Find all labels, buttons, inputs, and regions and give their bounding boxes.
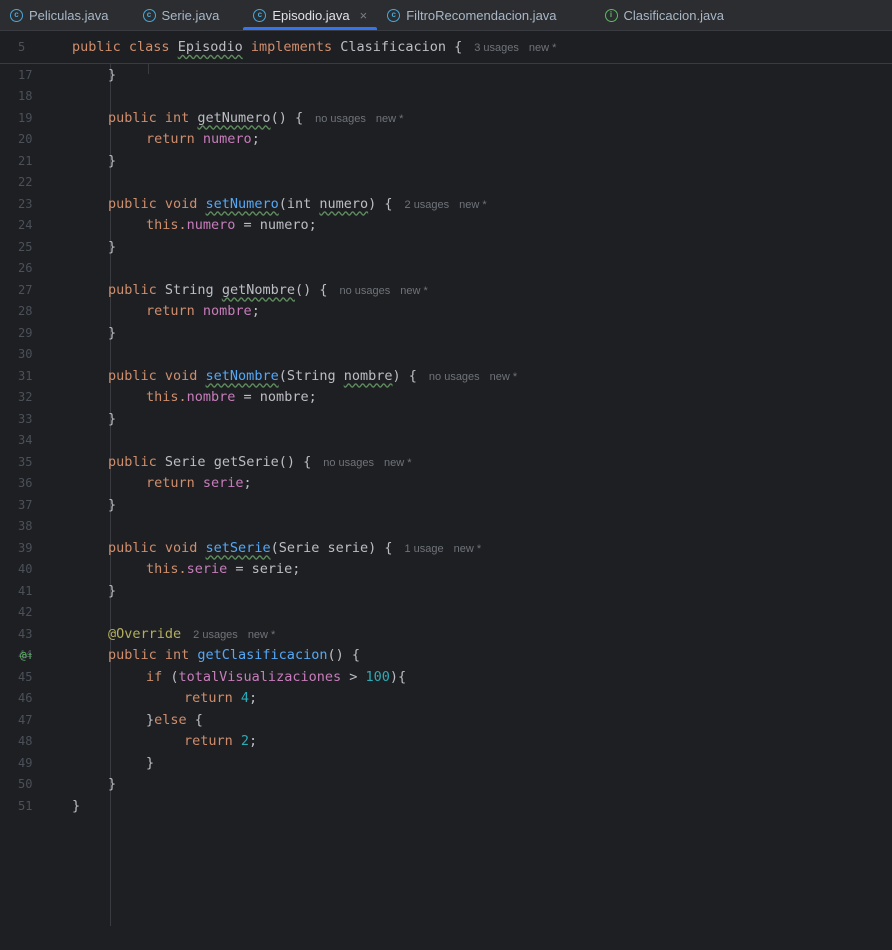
code-line[interactable]: 23 public void setNumero(int numero) {2 u…: [0, 193, 892, 215]
code-line[interactable]: 51}: [0, 795, 892, 817]
tab-serie[interactable]: c Serie.java: [133, 0, 230, 30]
inlay-hint: no usages new *: [339, 284, 428, 297]
code-line[interactable]: 17}: [0, 64, 892, 86]
sticky-class-header[interactable]: 5 public class Episodio implements Clasi…: [0, 31, 892, 64]
class-icon: c: [387, 8, 401, 22]
code-line[interactable]: 26: [0, 258, 892, 280]
code-line[interactable]: 32 this.nombre = nombre;: [0, 387, 892, 409]
code-line[interactable]: 19 public int getNumero() {no usages new *: [0, 107, 892, 129]
inlay-hint: 3 usages new *: [474, 42, 557, 54]
code-line[interactable]: 33}: [0, 408, 892, 430]
tab-label: Episodio.java: [272, 7, 350, 23]
class-icon: c: [142, 8, 156, 22]
code-line[interactable]: 47}else {: [0, 709, 892, 731]
interface-icon: i: [604, 8, 618, 22]
line-number: 5: [18, 40, 26, 54]
tab-label: Clasificacion.java: [623, 7, 724, 23]
inlay-hint: no usages new *: [323, 456, 412, 469]
inlay-hint: no usages new *: [428, 370, 518, 383]
code-line[interactable]: 27 public String getNombre() {no usages ne…: [0, 279, 892, 301]
code-line[interactable]: 34: [0, 430, 892, 452]
code-line[interactable]: 31 public void setNombre(String nombre) {…: [0, 365, 892, 387]
code-line[interactable]: 18: [0, 86, 892, 108]
code-line[interactable]: 39 public void setSerie(Serie serie) {1 u…: [0, 537, 892, 559]
tab-label: FiltroRecomendacion.java: [406, 7, 557, 23]
code-line[interactable]: 44 @↑ public int getClasificacion() {: [0, 645, 892, 667]
tab-label: Peliculas.java: [29, 7, 109, 23]
code-line[interactable]: 24 this.numero = numero;: [0, 215, 892, 237]
code-editor[interactable]: 17} 18 19 public int getNumero() {no usag…: [0, 64, 892, 950]
code-line[interactable]: 21}: [0, 150, 892, 172]
code-line[interactable]: 41}: [0, 580, 892, 602]
tab-episodio[interactable]: c Episodio.java ×: [243, 0, 378, 30]
code-line[interactable]: 46 return 4;: [0, 688, 892, 710]
code-line[interactable]: 35 public Serie getSerie() {no usages new …: [0, 451, 892, 473]
tab-clasificacion[interactable]: i Clasificacion.java: [595, 0, 734, 30]
code-line[interactable]: 42: [0, 602, 892, 624]
code-line[interactable]: 20 return numero;: [0, 129, 892, 151]
close-icon[interactable]: ×: [360, 8, 368, 23]
tab-label: Serie.java: [161, 7, 220, 23]
code-line[interactable]: 28 return nombre;: [0, 301, 892, 323]
tab-peliculas[interactable]: c Peliculas.java: [0, 0, 119, 30]
code-line[interactable]: 50}: [0, 774, 892, 796]
inlay-hint: no usages new *: [315, 112, 404, 125]
inlay-hint: 1 usage new *: [404, 542, 482, 555]
code-line[interactable]: 30: [0, 344, 892, 366]
code-line[interactable]: 48 return 2;: [0, 731, 892, 753]
code-line[interactable]: 38: [0, 516, 892, 538]
editor-tab-bar: c Peliculas.java c Serie.java c Episodio…: [0, 0, 892, 31]
inlay-hint: 2 usages new *: [404, 198, 487, 211]
code-line[interactable]: 25}: [0, 236, 892, 258]
code-line[interactable]: 37}: [0, 494, 892, 516]
inlay-hint: 2 usages new *: [193, 628, 276, 641]
code-line[interactable]: 29}: [0, 322, 892, 344]
code-line[interactable]: 43 @Override 2 usages new *: [0, 623, 892, 645]
code-line[interactable]: 49}: [0, 752, 892, 774]
tab-filtro-recomendacion[interactable]: c FiltroRecomendacion.java: [377, 0, 566, 30]
code-line[interactable]: 22: [0, 172, 892, 194]
class-icon: c: [253, 8, 267, 22]
code-text: public class Episodio implements Clasifi…: [72, 39, 557, 55]
override-gutter-icon[interactable]: @↑: [20, 649, 72, 662]
code-line[interactable]: 36 return serie;: [0, 473, 892, 495]
class-icon: c: [10, 8, 23, 22]
code-line[interactable]: 40 this.serie = serie;: [0, 559, 892, 581]
code-line[interactable]: 45 if (totalVisualizaciones > 100){: [0, 666, 892, 688]
